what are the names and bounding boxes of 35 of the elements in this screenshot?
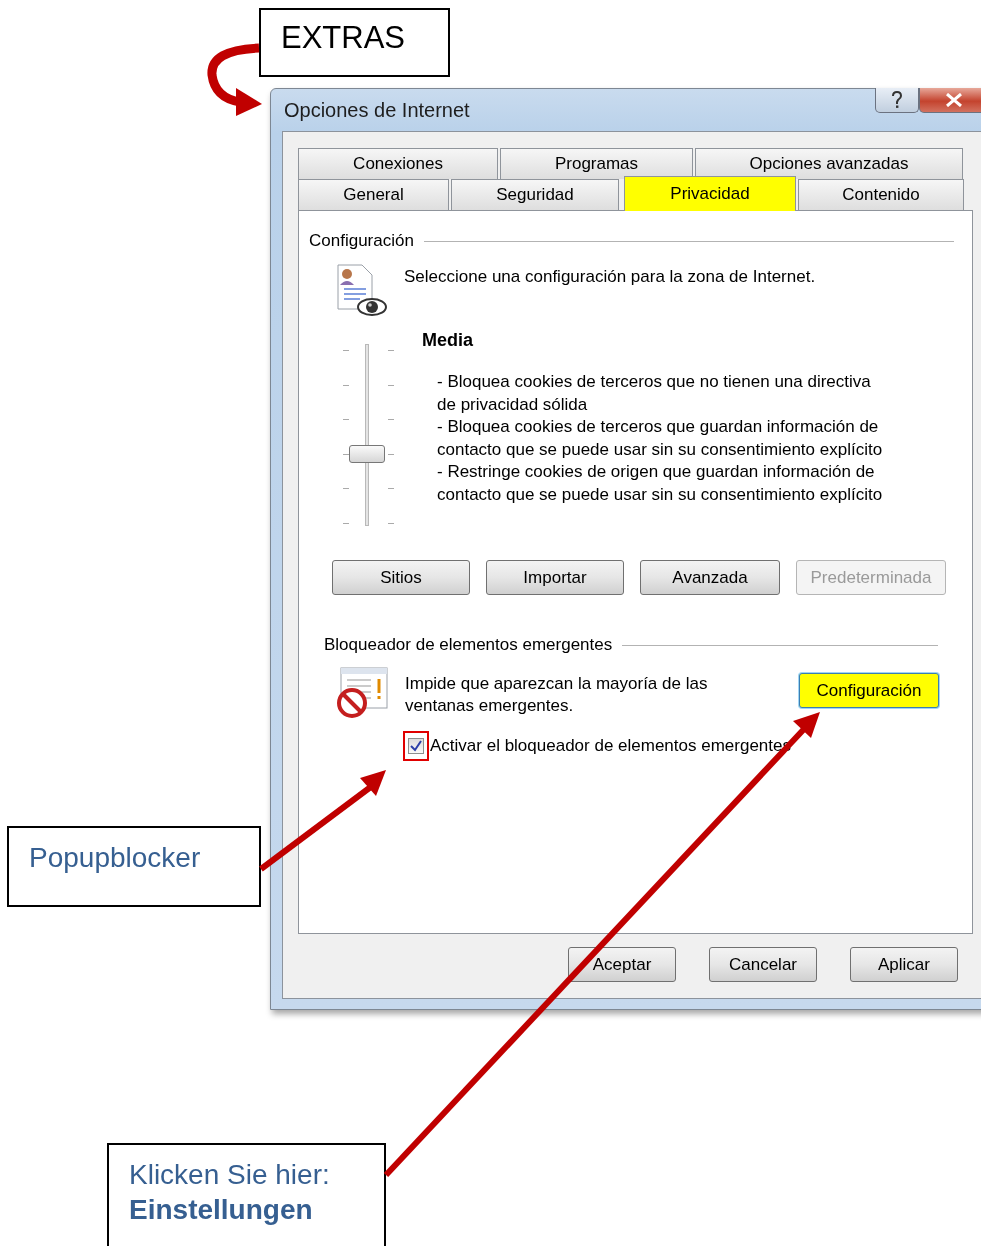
button[interactable]: Cancelar [709, 947, 817, 982]
intro-text: Seleccione una configuración para la zona de Internet. [404, 266, 816, 288]
tab[interactable]: Programas [500, 148, 693, 179]
help-icon [891, 91, 903, 109]
slider-thumb[interactable] [349, 444, 385, 463]
button[interactable]: Avanzada [640, 560, 780, 595]
checkbox[interactable] [403, 731, 429, 761]
tab[interactable]: Contenido [798, 179, 964, 210]
checkmark-icon [410, 740, 422, 752]
level-name: Media [422, 330, 474, 351]
description-text: - Bloquea cookies de terceros que guardan información de contacto que se puede usar sin su consentimiento explícito [437, 416, 884, 461]
popup-description: Impide que aparezcan la mayoría de las ventanas emergentes. [405, 673, 709, 717]
help-button[interactable] [875, 88, 919, 113]
window-title: Opciones de Internet [284, 98, 470, 122]
button[interactable]: Importar [486, 560, 624, 595]
tab[interactable]: Privacidad [624, 176, 796, 211]
privacy-document-icon [336, 263, 387, 319]
callout-text: Popupblocker [28, 841, 202, 875]
close-button[interactable] [919, 88, 981, 113]
button[interactable]: Configuración [799, 673, 939, 708]
callout-text: EXTRAS [280, 19, 407, 57]
group-title: Bloqueador de elementos emergentes [324, 635, 613, 655]
tab[interactable]: General [298, 179, 449, 210]
close-icon [945, 93, 963, 107]
tab[interactable]: Opciones avanzadas [695, 148, 963, 179]
tab[interactable]: Seguridad [451, 179, 619, 210]
button[interactable]: Aceptar [568, 947, 676, 982]
description-text: - Restringe cookies de origen que guardan información de contacto que se puede usar sin su consentimiento explícito [437, 461, 884, 506]
button[interactable]: Aplicar [850, 947, 958, 982]
tab[interactable]: Conexiones [298, 148, 498, 179]
callout-text: Klicken Sie hier: Einstellungen [128, 1158, 331, 1227]
description-text: - Bloquea cookies de terceros que no tienen una directiva de privacidad sólida [437, 371, 872, 416]
popup-blocked-icon [335, 667, 390, 719]
group-title: Configuración [309, 231, 414, 251]
button[interactable]: Sitios [332, 560, 470, 595]
